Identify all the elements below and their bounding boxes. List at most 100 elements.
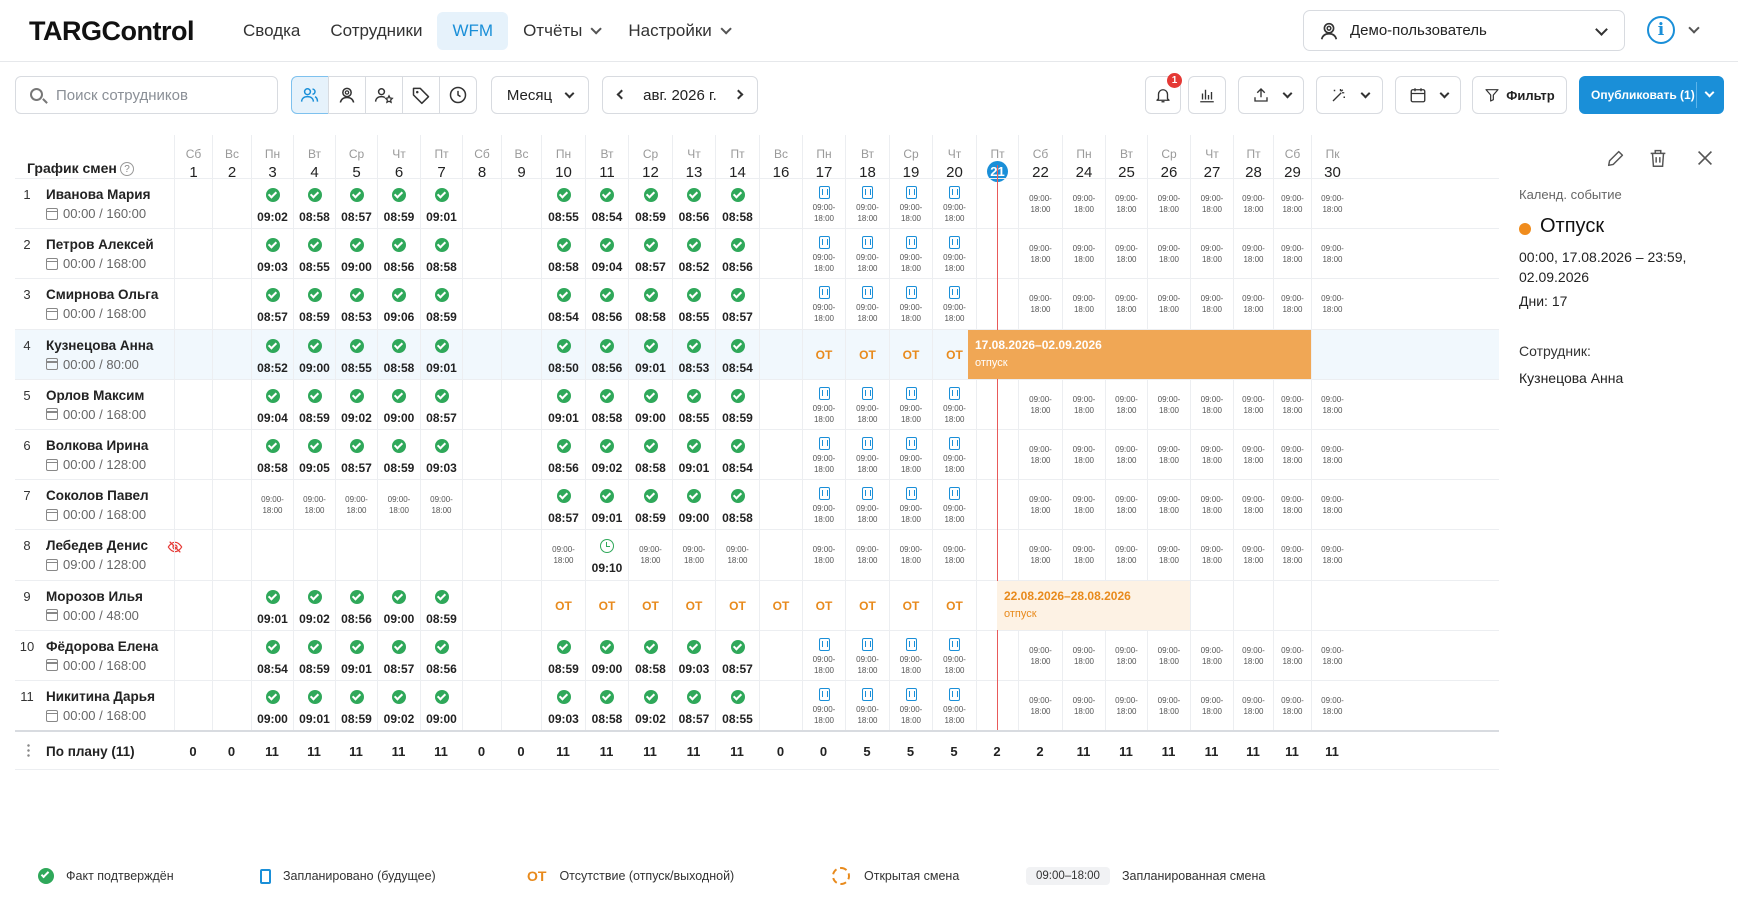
shift-cell[interactable]: 09:00- 18:00 [1273,681,1311,732]
shift-cell[interactable]: 09:00- 18:00 [932,681,976,732]
shift-cell[interactable]: 09:00- 18:00 [1062,430,1105,481]
shift-cell[interactable]: ОТ [802,580,845,631]
shift-cell[interactable]: 09:00- 18:00 [1311,681,1353,732]
nav-item-wfm[interactable]: WFM [437,12,509,50]
shift-cell[interactable]: 09:02 [585,430,628,481]
shift-cell[interactable]: 09:00- 18:00 [1311,430,1353,481]
shift-cell[interactable]: 09:01 [541,379,585,430]
shift-cell[interactable] [759,480,802,531]
shift-cell[interactable]: 09:00- 18:00 [1147,480,1190,531]
shift-cell[interactable]: 08:54 [585,179,628,230]
shift-cell[interactable] [212,681,251,732]
shift-cell[interactable]: 08:59 [420,279,462,330]
publish-button[interactable]: Опубликовать (1) [1579,76,1724,114]
shift-cell[interactable]: 09:00- 18:00 [541,530,585,581]
shift-cell[interactable]: 09:00- 18:00 [1311,379,1353,430]
shift-cell[interactable]: ОТ [759,580,802,631]
shift-cell[interactable]: 09:00- 18:00 [628,530,672,581]
shift-cell[interactable] [174,229,212,280]
user-selector[interactable]: Демо-пользователь [1303,10,1625,51]
next-month-icon[interactable] [733,89,744,100]
shift-cell[interactable] [501,630,541,681]
shift-cell[interactable]: 09:00- 18:00 [932,379,976,430]
shift-cell[interactable]: ОТ [845,329,889,380]
shift-cell[interactable]: 09:04 [585,229,628,280]
shift-cell[interactable]: 09:00- 18:00 [1233,430,1273,481]
search-input[interactable] [56,86,277,104]
shift-cell[interactable]: 09:00- 18:00 [1190,681,1233,732]
shift-cell[interactable]: 09:00- 18:00 [889,681,932,732]
shift-cell[interactable]: 09:00- 18:00 [1062,681,1105,732]
shift-cell[interactable]: 09:00- 18:00 [932,279,976,330]
employee-name[interactable]: Фёдорова Елена [46,639,158,654]
shift-cell[interactable] [1311,329,1353,380]
shift-cell[interactable]: 08:54 [541,279,585,330]
shift-cell[interactable]: 09:00- 18:00 [1273,630,1311,681]
shift-cell[interactable]: 09:03 [541,681,585,732]
shift-cell[interactable] [462,229,501,280]
shift-cell[interactable]: 09:00- 18:00 [1190,379,1233,430]
shift-cell[interactable]: 09:01 [420,179,462,230]
shift-cell[interactable]: 09:00- 18:00 [1062,229,1105,280]
shift-cell[interactable]: 09:02 [335,379,377,430]
shift-cell[interactable]: 08:57 [420,379,462,430]
employee-name[interactable]: Кузнецова Анна [46,338,153,353]
shift-cell[interactable] [501,379,541,430]
shift-cell[interactable] [174,329,212,380]
shift-cell[interactable] [1233,580,1273,631]
shift-cell[interactable]: 09:00- 18:00 [1273,379,1311,430]
shift-cell[interactable]: 09:00- 18:00 [802,229,845,280]
shift-cell[interactable]: 08:55 [541,179,585,230]
shift-cell[interactable]: 09:00- 18:00 [1147,229,1190,280]
shift-cell[interactable]: 09:00- 18:00 [1233,530,1273,581]
employee-name[interactable]: Никитина Дарья [46,689,155,704]
shift-cell[interactable]: 08:57 [628,229,672,280]
period-select[interactable]: Месяц [491,76,589,114]
shift-cell[interactable]: 09:00 [377,379,420,430]
shift-cell[interactable]: 08:58 [585,379,628,430]
shift-cell[interactable] [462,279,501,330]
shift-cell[interactable]: 09:00 [585,630,628,681]
shift-cell[interactable]: 09:00- 18:00 [1062,279,1105,330]
shift-cell[interactable]: ОТ [628,580,672,631]
shift-cell[interactable]: 08:57 [335,430,377,481]
shift-cell[interactable]: 09:10 [585,530,628,581]
shift-cell[interactable] [501,530,541,581]
shift-cell[interactable]: 09:00- 18:00 [1018,430,1062,481]
shift-cell[interactable]: 09:00- 18:00 [1062,379,1105,430]
prev-month-icon[interactable] [616,89,627,100]
shift-cell[interactable]: 09:01 [628,329,672,380]
shift-cell[interactable]: 08:59 [420,580,462,631]
shift-cell[interactable] [420,530,462,581]
shift-cell[interactable] [1273,580,1311,631]
shift-cell[interactable]: 08:52 [251,329,293,380]
shift-cell[interactable]: ОТ [541,580,585,631]
shift-cell[interactable]: 09:01 [585,480,628,531]
shift-cell[interactable]: 09:00- 18:00 [1311,179,1353,230]
shift-cell[interactable]: 09:00- 18:00 [1147,279,1190,330]
shift-cell[interactable]: 08:56 [335,580,377,631]
shift-cell[interactable]: 09:00- 18:00 [1273,179,1311,230]
shift-cell[interactable]: 08:54 [251,630,293,681]
shift-cell[interactable]: 09:00- 18:00 [932,179,976,230]
shift-cell[interactable]: 09:00- 18:00 [1147,430,1190,481]
shift-cell[interactable]: 09:00- 18:00 [1311,229,1353,280]
shift-cell[interactable]: 09:00- 18:00 [1190,480,1233,531]
shift-cell[interactable]: 09:00- 18:00 [802,179,845,230]
shift-cell[interactable]: ОТ [889,580,932,631]
shift-cell[interactable]: 08:54 [715,329,759,380]
employee-name[interactable]: Кузнецова Анна [1519,370,1623,386]
shift-cell[interactable] [174,379,212,430]
shift-cell[interactable]: 09:00- 18:00 [1018,480,1062,531]
shift-cell[interactable]: 08:56 [585,329,628,380]
shift-cell[interactable]: 09:00- 18:00 [1062,630,1105,681]
shift-cell[interactable]: 09:00- 18:00 [1105,480,1147,531]
shift-cell[interactable]: 09:00 [251,681,293,732]
nav-item-reports[interactable]: Отчёты [508,12,613,50]
shift-cell[interactable]: 08:57 [672,681,715,732]
shift-cell[interactable]: 08:59 [293,630,335,681]
shift-cell[interactable]: ОТ [802,329,845,380]
shift-cell[interactable]: 09:03 [672,630,715,681]
nav-item-settings[interactable]: Настройки [613,12,742,50]
shift-cell[interactable]: 09:00- 18:00 [1147,179,1190,230]
